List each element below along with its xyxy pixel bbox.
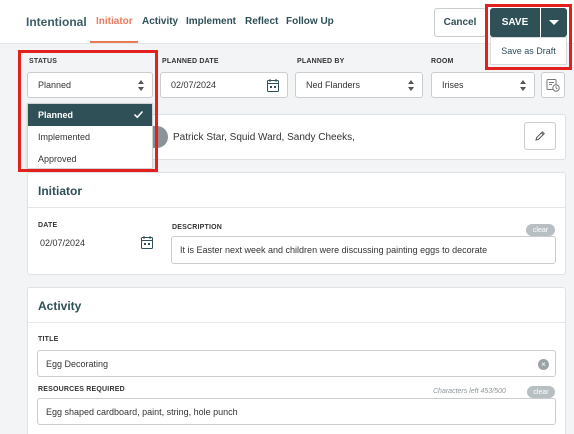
resources-label: RESOURCES REQUIRED (38, 386, 125, 393)
activity-title-value: Egg Decorating (46, 358, 109, 369)
pencil-icon (535, 131, 545, 141)
status-dropdown-menu: Planned Implemented Approved (27, 103, 153, 169)
select-arrows-icon (408, 80, 414, 91)
activity-title-input[interactable]: Egg Decorating (37, 350, 556, 377)
initiator-date-value[interactable]: 02/07/2024 (40, 238, 85, 248)
date-label: DATE (38, 222, 58, 229)
tab-implement[interactable]: Implement (186, 16, 236, 27)
tab-follow-up[interactable]: Follow Up (286, 16, 334, 27)
participants-list: Patrick Star, Squid Ward, Sandy Cheeks, (173, 132, 355, 143)
planned-by-select[interactable]: Ned Flanders (295, 72, 423, 98)
title-label: TITLE (38, 336, 59, 343)
schedule-button[interactable] (541, 72, 565, 98)
status-option-approved[interactable]: Approved (28, 148, 152, 170)
tab-reflect[interactable]: Reflect (245, 16, 278, 27)
resources-input[interactable]: Egg shaped cardboard, paint, string, hol… (37, 398, 556, 425)
status-select[interactable]: Planned (27, 72, 153, 98)
section-divider (28, 322, 565, 323)
active-tab-indicator (90, 41, 138, 43)
save-button[interactable]: SAVE (490, 8, 540, 37)
resources-value: Egg shaped cardboard, paint, string, hol… (46, 406, 238, 417)
planned-date-value: 02/07/2024 (171, 80, 217, 90)
checkmark-icon (133, 110, 144, 119)
room-value: Irises (442, 80, 464, 90)
description-label: DESCRIPTION (172, 224, 223, 231)
room-label: ROOM (431, 58, 454, 65)
calendar-icon[interactable] (141, 236, 153, 249)
activity-section-title: Activity (38, 299, 82, 313)
top-nav: Intentional Initiator Activity Implement… (0, 0, 574, 44)
select-arrows-icon (520, 80, 526, 91)
description-clear-button[interactable]: clear (526, 224, 555, 236)
characters-left-counter: Characters left 453/500 (433, 388, 506, 395)
planned-by-label: PLANNED BY (297, 58, 345, 65)
resources-clear-button[interactable]: clear (527, 386, 555, 398)
status-option-planned[interactable]: Planned (28, 104, 152, 126)
description-input[interactable]: It is Easter next week and children were… (171, 236, 556, 264)
description-value: It is Easter next week and children were… (180, 245, 488, 255)
status-option-implemented[interactable]: Implemented (28, 126, 152, 148)
select-arrows-icon (138, 80, 144, 91)
status-value: Planned (38, 80, 72, 90)
tab-initiator[interactable]: Initiator (96, 16, 133, 27)
status-label: STATUS (29, 58, 58, 65)
status-option-label: Approved (38, 154, 77, 164)
planned-date-label: PLANNED DATE (162, 58, 219, 65)
tab-activity[interactable]: Activity (142, 16, 178, 27)
save-options-toggle[interactable] (541, 8, 567, 37)
initiator-section-title: Initiator (38, 184, 82, 198)
status-option-label: Implemented (38, 132, 91, 142)
calendar-icon (267, 79, 279, 92)
section-divider (28, 207, 565, 208)
nav-brand[interactable]: Intentional (26, 15, 87, 29)
calendar-clock-icon (546, 79, 560, 92)
save-as-draft-item[interactable]: Save as Draft (490, 37, 567, 65)
planned-by-value: Ned Flanders (306, 80, 361, 90)
status-option-label: Planned (38, 110, 74, 120)
cancel-button[interactable]: Cancel (434, 8, 486, 37)
room-select[interactable]: Irises (431, 72, 535, 98)
caret-down-icon (549, 20, 559, 25)
clear-icon[interactable]: × (538, 359, 549, 370)
edit-participants-button[interactable] (524, 122, 556, 150)
planned-date-input[interactable]: 02/07/2024 (160, 72, 288, 98)
